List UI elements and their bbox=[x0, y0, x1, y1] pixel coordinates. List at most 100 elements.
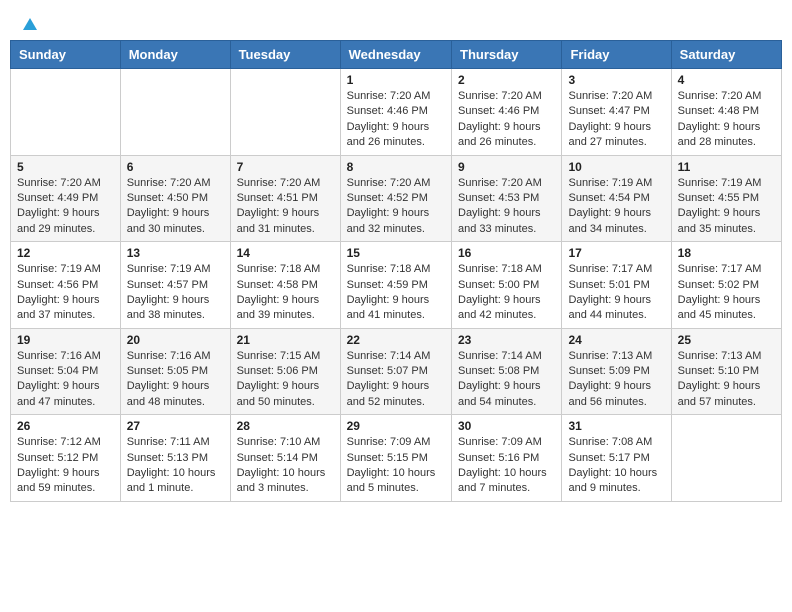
cell-date: 16 bbox=[458, 246, 555, 260]
calendar-cell: 29 Sunrise: 7:09 AM Sunset: 5:15 PM Dayli… bbox=[340, 415, 451, 502]
cell-info: Sunrise: 7:20 AM Sunset: 4:53 PM Dayligh… bbox=[458, 176, 555, 238]
cell-date: 18 bbox=[678, 246, 775, 260]
calendar-cell: 28 Sunrise: 7:10 AM Sunset: 5:14 PM Dayli… bbox=[230, 415, 340, 502]
calendar-cell: 12 Sunrise: 7:19 AM Sunset: 4:56 PM Dayli… bbox=[11, 242, 121, 329]
cell-date: 31 bbox=[568, 419, 664, 433]
cell-date: 11 bbox=[678, 160, 775, 174]
cell-date: 6 bbox=[127, 160, 224, 174]
cell-info: Sunrise: 7:09 AM Sunset: 5:15 PM Dayligh… bbox=[347, 435, 445, 497]
cell-date: 4 bbox=[678, 73, 775, 87]
cell-info: Sunrise: 7:17 AM Sunset: 5:01 PM Dayligh… bbox=[568, 262, 664, 324]
cell-info: Sunrise: 7:15 AM Sunset: 5:06 PM Dayligh… bbox=[237, 349, 334, 411]
cell-date: 23 bbox=[458, 333, 555, 347]
day-header-tuesday: Tuesday bbox=[230, 41, 340, 69]
cell-date: 8 bbox=[347, 160, 445, 174]
cell-info: Sunrise: 7:13 AM Sunset: 5:09 PM Dayligh… bbox=[568, 349, 664, 411]
calendar-cell: 23 Sunrise: 7:14 AM Sunset: 5:08 PM Dayli… bbox=[452, 328, 562, 415]
cell-info: Sunrise: 7:20 AM Sunset: 4:46 PM Dayligh… bbox=[458, 89, 555, 151]
calendar-cell bbox=[11, 69, 121, 156]
page-header bbox=[10, 10, 782, 40]
calendar-cell: 5Sunrise: 7:20 AM Sunset: 4:49 PM Daylig… bbox=[11, 155, 121, 242]
calendar-cell: 3 Sunrise: 7:20 AM Sunset: 4:47 PM Daylig… bbox=[562, 69, 671, 156]
cell-info: Sunrise: 7:20 AM Sunset: 4:47 PM Dayligh… bbox=[568, 89, 664, 151]
calendar-cell: 27 Sunrise: 7:11 AM Sunset: 5:13 PM Dayli… bbox=[120, 415, 230, 502]
cell-date: 12 bbox=[17, 246, 114, 260]
calendar-cell: 11 Sunrise: 7:19 AM Sunset: 4:55 PM Dayli… bbox=[671, 155, 781, 242]
calendar-cell: 16 Sunrise: 7:18 AM Sunset: 5:00 PM Dayli… bbox=[452, 242, 562, 329]
calendar-cell: 2 Sunrise: 7:20 AM Sunset: 4:46 PM Daylig… bbox=[452, 69, 562, 156]
cell-info: Sunrise: 7:18 AM Sunset: 5:00 PM Dayligh… bbox=[458, 262, 555, 324]
calendar-header-row: SundayMondayTuesdayWednesdayThursdayFrid… bbox=[11, 41, 782, 69]
day-header-wednesday: Wednesday bbox=[340, 41, 451, 69]
cell-date: 28 bbox=[237, 419, 334, 433]
cell-info: Sunrise: 7:11 AM Sunset: 5:13 PM Dayligh… bbox=[127, 435, 224, 497]
cell-info: Sunrise: 7:16 AM Sunset: 5:04 PM Dayligh… bbox=[17, 349, 114, 411]
calendar-cell bbox=[671, 415, 781, 502]
calendar-cell: 31 Sunrise: 7:08 AM Sunset: 5:17 PM Dayli… bbox=[562, 415, 671, 502]
week-row-4: 19 Sunrise: 7:16 AM Sunset: 5:04 PM Dayli… bbox=[11, 328, 782, 415]
calendar-cell: 9 Sunrise: 7:20 AM Sunset: 4:53 PM Daylig… bbox=[452, 155, 562, 242]
calendar-table: SundayMondayTuesdayWednesdayThursdayFrid… bbox=[10, 40, 782, 502]
day-header-sunday: Sunday bbox=[11, 41, 121, 69]
cell-info: Sunrise: 7:19 AM Sunset: 4:56 PM Dayligh… bbox=[17, 262, 114, 324]
cell-info: Sunrise: 7:14 AM Sunset: 5:07 PM Dayligh… bbox=[347, 349, 445, 411]
cell-info: Sunrise: 7:20 AM Sunset: 4:51 PM Dayligh… bbox=[237, 176, 334, 238]
logo-triangle bbox=[23, 18, 37, 30]
cell-date: 21 bbox=[237, 333, 334, 347]
cell-date: 17 bbox=[568, 246, 664, 260]
calendar-cell: 30 Sunrise: 7:09 AM Sunset: 5:16 PM Dayli… bbox=[452, 415, 562, 502]
day-header-friday: Friday bbox=[562, 41, 671, 69]
calendar-cell bbox=[230, 69, 340, 156]
cell-info: Sunrise: 7:20 AM Sunset: 4:46 PM Dayligh… bbox=[347, 89, 445, 151]
cell-date: 24 bbox=[568, 333, 664, 347]
cell-date: 27 bbox=[127, 419, 224, 433]
cell-date: 3 bbox=[568, 73, 664, 87]
calendar-cell: 14 Sunrise: 7:18 AM Sunset: 4:58 PM Dayli… bbox=[230, 242, 340, 329]
calendar-cell: 6 Sunrise: 7:20 AM Sunset: 4:50 PM Daylig… bbox=[120, 155, 230, 242]
calendar-cell: 20Sunrise: 7:16 AM Sunset: 5:05 PM Dayli… bbox=[120, 328, 230, 415]
cell-info: Sunrise: 7:20 AM Sunset: 4:48 PM Dayligh… bbox=[678, 89, 775, 151]
cell-info: Sunrise: 7:17 AM Sunset: 5:02 PM Dayligh… bbox=[678, 262, 775, 324]
calendar-cell: 19 Sunrise: 7:16 AM Sunset: 5:04 PM Dayli… bbox=[11, 328, 121, 415]
calendar-cell: 21 Sunrise: 7:15 AM Sunset: 5:06 PM Dayli… bbox=[230, 328, 340, 415]
cell-date: 30 bbox=[458, 419, 555, 433]
cell-date: 5 bbox=[17, 160, 114, 174]
cell-info: Sunrise: 7:10 AM Sunset: 5:14 PM Dayligh… bbox=[237, 435, 334, 497]
week-row-2: 5Sunrise: 7:20 AM Sunset: 4:49 PM Daylig… bbox=[11, 155, 782, 242]
cell-date: 20 bbox=[127, 333, 224, 347]
cell-date: 29 bbox=[347, 419, 445, 433]
cell-info: Sunrise: 7:20 AM Sunset: 4:50 PM Dayligh… bbox=[127, 176, 224, 238]
calendar-cell: 25 Sunrise: 7:13 AM Sunset: 5:10 PM Dayli… bbox=[671, 328, 781, 415]
calendar-cell: 22Sunrise: 7:14 AM Sunset: 5:07 PM Dayli… bbox=[340, 328, 451, 415]
cell-date: 2 bbox=[458, 73, 555, 87]
week-row-1: 1 Sunrise: 7:20 AM Sunset: 4:46 PM Daylig… bbox=[11, 69, 782, 156]
cell-info: Sunrise: 7:18 AM Sunset: 4:58 PM Dayligh… bbox=[237, 262, 334, 324]
calendar-cell: 8 Sunrise: 7:20 AM Sunset: 4:52 PM Daylig… bbox=[340, 155, 451, 242]
cell-date: 9 bbox=[458, 160, 555, 174]
cell-date: 1 bbox=[347, 73, 445, 87]
calendar-cell: 26Sunrise: 7:12 AM Sunset: 5:12 PM Dayli… bbox=[11, 415, 121, 502]
cell-info: Sunrise: 7:18 AM Sunset: 4:59 PM Dayligh… bbox=[347, 262, 445, 324]
cell-info: Sunrise: 7:20 AM Sunset: 4:52 PM Dayligh… bbox=[347, 176, 445, 238]
cell-info: Sunrise: 7:19 AM Sunset: 4:55 PM Dayligh… bbox=[678, 176, 775, 238]
cell-date: 15 bbox=[347, 246, 445, 260]
cell-date: 7 bbox=[237, 160, 334, 174]
cell-date: 25 bbox=[678, 333, 775, 347]
cell-info: Sunrise: 7:19 AM Sunset: 4:57 PM Dayligh… bbox=[127, 262, 224, 324]
week-row-3: 12 Sunrise: 7:19 AM Sunset: 4:56 PM Dayli… bbox=[11, 242, 782, 329]
cell-info: Sunrise: 7:14 AM Sunset: 5:08 PM Dayligh… bbox=[458, 349, 555, 411]
calendar-cell: 7 Sunrise: 7:20 AM Sunset: 4:51 PM Daylig… bbox=[230, 155, 340, 242]
cell-date: 19 bbox=[17, 333, 114, 347]
logo bbox=[20, 18, 37, 34]
cell-info: Sunrise: 7:13 AM Sunset: 5:10 PM Dayligh… bbox=[678, 349, 775, 411]
calendar-cell: 24 Sunrise: 7:13 AM Sunset: 5:09 PM Dayli… bbox=[562, 328, 671, 415]
cell-info: Sunrise: 7:12 AM Sunset: 5:12 PM Dayligh… bbox=[17, 435, 114, 497]
calendar-cell: 1 Sunrise: 7:20 AM Sunset: 4:46 PM Daylig… bbox=[340, 69, 451, 156]
cell-date: 13 bbox=[127, 246, 224, 260]
calendar-cell: 15 Sunrise: 7:18 AM Sunset: 4:59 PM Dayli… bbox=[340, 242, 451, 329]
cell-info: Sunrise: 7:09 AM Sunset: 5:16 PM Dayligh… bbox=[458, 435, 555, 497]
cell-info: Sunrise: 7:08 AM Sunset: 5:17 PM Dayligh… bbox=[568, 435, 664, 497]
day-header-thursday: Thursday bbox=[452, 41, 562, 69]
calendar-cell: 17 Sunrise: 7:17 AM Sunset: 5:01 PM Dayli… bbox=[562, 242, 671, 329]
cell-date: 14 bbox=[237, 246, 334, 260]
